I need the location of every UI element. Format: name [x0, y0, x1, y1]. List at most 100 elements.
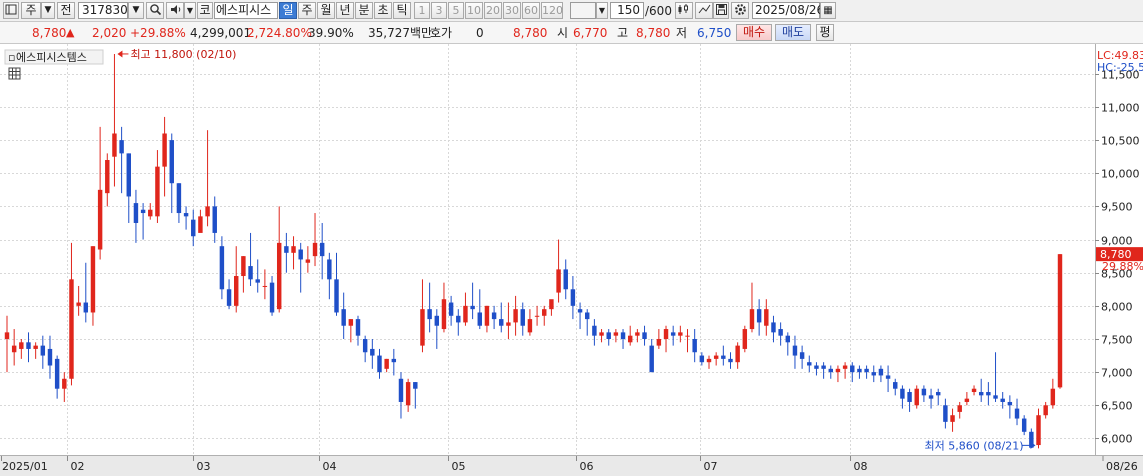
buy-button[interactable]: 매수 [736, 24, 772, 41]
period-tab-label: 초 [377, 3, 389, 17]
candle-body [864, 368, 869, 373]
candlestick-chart[interactable]: 11,50011,00010,50010,0009,5009,0008,5008… [0, 44, 1143, 476]
candle-body [527, 319, 533, 333]
code-dropdown-icon[interactable]: ▼ [128, 2, 144, 19]
candle-body [964, 398, 970, 402]
volume-pct: 2,724.80% [247, 26, 312, 40]
period-tab-6[interactable]: 틱 [393, 2, 411, 19]
period-tab-5[interactable]: 초 [374, 2, 392, 19]
price-tick-label: 7,000 [1101, 367, 1133, 380]
candle-body [871, 372, 876, 376]
candle-body [11, 345, 17, 353]
high-label: 최고 11,800 (02/10) [130, 48, 236, 61]
candle-body [563, 269, 568, 290]
search-icon[interactable] [146, 2, 164, 19]
candle-body [764, 309, 769, 326]
interval-custom-input[interactable] [570, 2, 596, 19]
settings-icon[interactable] [731, 2, 749, 19]
candle-body [828, 368, 833, 373]
table-icon[interactable] [8, 67, 21, 80]
candle-body [312, 242, 318, 257]
price-tick-label: 10,000 [1101, 168, 1140, 181]
candle-body [19, 342, 24, 349]
period-tab-label: 년 [339, 3, 351, 17]
candle-body [226, 289, 232, 306]
candle-body [713, 355, 719, 359]
candle-body [893, 382, 898, 389]
candle-body [391, 358, 397, 363]
candle-body [900, 388, 905, 399]
candle-body [857, 368, 862, 373]
current-price-tag: 8,780 29.88% [1096, 247, 1143, 273]
low-label: 저 [676, 26, 688, 40]
candle-body [978, 392, 984, 396]
candle-body [520, 309, 525, 326]
candle-body [792, 345, 798, 356]
save-icon[interactable] [713, 2, 729, 19]
candle-body [305, 259, 311, 263]
period-tab-1[interactable]: 주 [298, 2, 316, 19]
candle-body [534, 315, 540, 317]
date-value: 2025/08/26 [755, 3, 825, 17]
layout-icon[interactable] [3, 2, 19, 19]
candle-body [126, 153, 131, 197]
interval-button-30[interactable]: 30 [503, 2, 521, 19]
candle-body [670, 332, 676, 336]
speaker-dropdown-icon[interactable]: ▼ [184, 2, 196, 19]
candle-body [448, 302, 454, 316]
market-code-label: 코 [199, 3, 211, 17]
candle-body [334, 279, 339, 313]
candle-body [878, 368, 884, 376]
candle-body [835, 368, 841, 373]
interval-button-3[interactable]: 3 [431, 2, 447, 19]
market-dropdown-icon[interactable]: ▼ [41, 2, 55, 19]
interval-button-5[interactable]: 5 [448, 2, 464, 19]
interval-button-10[interactable]: 10 [465, 2, 483, 19]
candle-body [513, 309, 518, 323]
sell-button[interactable]: 매도 [775, 24, 811, 41]
candle-body [112, 133, 117, 157]
interval-button-60[interactable]: 60 [522, 2, 540, 19]
candle-body [241, 256, 246, 277]
stock-code-input[interactable]: 317830 [78, 2, 128, 19]
interval-dropdown-icon[interactable]: ▼ [596, 2, 608, 19]
chart-title: 에스피시스템스 [16, 51, 87, 64]
period-tab-4[interactable]: 분 [355, 2, 373, 19]
candle-body [1057, 254, 1063, 388]
candle-body [957, 405, 962, 412]
stock-name-field[interactable]: 에스피시스 [214, 2, 278, 19]
candle-body [212, 206, 217, 233]
count-input[interactable]: 150 [610, 2, 644, 19]
chart-type-icon[interactable] [675, 2, 693, 19]
prev-button[interactable]: 전 [57, 2, 75, 19]
period-tab-0[interactable]: 일 [279, 2, 297, 19]
crosshair-icon[interactable] [695, 2, 713, 19]
candle-body [355, 319, 361, 336]
time-tick-label: 2025/01 [2, 460, 48, 473]
current-price: 8,780 [32, 26, 67, 40]
avg-button[interactable]: 평 [816, 24, 834, 41]
period-tab-label: 틱 [396, 3, 408, 17]
interval-button-20[interactable]: 20 [484, 2, 502, 19]
interval-label: 3 [435, 4, 443, 17]
interval-button-1[interactable]: 1 [414, 2, 430, 19]
market-code-button[interactable]: 코 [197, 2, 213, 19]
period-tab-2[interactable]: 월 [317, 2, 335, 19]
avg-label: 평 [819, 25, 831, 39]
candle [742, 325, 748, 353]
candle-body [76, 302, 81, 306]
candle-body [234, 276, 239, 306]
speaker-icon[interactable] [166, 2, 184, 19]
market-select[interactable]: 주 [21, 2, 41, 19]
candle-body [26, 342, 31, 349]
calendar-icon[interactable]: ▦ [820, 2, 836, 19]
date-input[interactable]: 2025/08/26 [752, 2, 824, 19]
price-change-pct: +29.88% [130, 26, 186, 40]
period-tab-label: 주 [301, 3, 313, 17]
candle-body [484, 305, 490, 326]
candle-body [477, 312, 482, 326]
period-tab-3[interactable]: 년 [336, 2, 354, 19]
high-label: 고 [617, 26, 629, 40]
interval-button-120[interactable]: 120 [541, 2, 563, 19]
candle-body [69, 279, 74, 379]
